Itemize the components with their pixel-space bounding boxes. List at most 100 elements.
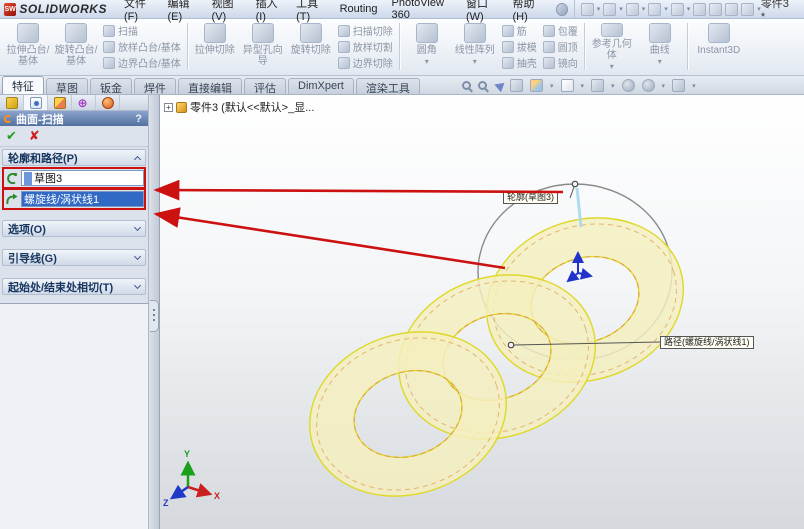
profile-point-marker[interactable] bbox=[571, 180, 579, 188]
dome-button[interactable]: 圆顶 bbox=[542, 39, 578, 55]
splitter-handle-icon[interactable] bbox=[150, 300, 159, 332]
extruded-cut-button[interactable]: 拉伸切除 bbox=[191, 21, 239, 72]
edit-appearance-icon[interactable] bbox=[621, 79, 635, 92]
reference-geometry-button[interactable]: 参考几何体 bbox=[588, 21, 636, 72]
wrap-button[interactable]: 包覆 bbox=[542, 23, 578, 39]
rebuild-icon[interactable] bbox=[725, 2, 739, 16]
print-caret-icon[interactable]: ▾ bbox=[664, 5, 668, 13]
instant3d-button[interactable]: Instant3D bbox=[691, 21, 747, 72]
menu-window[interactable]: 窗口(W) bbox=[459, 0, 506, 23]
displaymanager-tab[interactable] bbox=[96, 95, 120, 110]
save-caret-icon[interactable]: ▾ bbox=[642, 5, 646, 13]
hide-show-items-caret-icon[interactable]: ▾ bbox=[611, 82, 615, 90]
propertymanager-tab[interactable] bbox=[24, 95, 48, 110]
button-label: 拔模 bbox=[516, 43, 537, 54]
menu-tools[interactable]: 工具(T) bbox=[289, 0, 333, 23]
display-style-icon[interactable] bbox=[560, 79, 574, 92]
tab-dimxpert[interactable]: DimXpert bbox=[288, 78, 354, 94]
fillet-caret-icon[interactable] bbox=[425, 56, 429, 67]
sweep-surface-coil-bottom[interactable] bbox=[288, 307, 528, 521]
group-options[interactable]: 选项(O) bbox=[2, 220, 146, 237]
reference-geometry-caret-icon[interactable] bbox=[610, 61, 614, 72]
menu-insert[interactable]: 插入(I) bbox=[249, 0, 290, 23]
group-guide-curves[interactable]: 引导线(G) bbox=[2, 249, 146, 266]
menu-photoview360[interactable]: PhotoView 360 bbox=[385, 0, 459, 21]
shell-button[interactable]: 抽壳 bbox=[501, 55, 537, 71]
linear-pattern-button[interactable]: 线性阵列 bbox=[451, 21, 499, 72]
options-icon[interactable] bbox=[741, 2, 755, 16]
apply-scene-caret-icon[interactable]: ▾ bbox=[662, 82, 666, 90]
featuremanager-tab[interactable] bbox=[0, 95, 24, 110]
revolved-cut-button[interactable]: 旋转切除 bbox=[287, 21, 335, 72]
ok-button[interactable]: ✔ bbox=[6, 129, 17, 143]
feature-tree-flyout[interactable]: + 零件3 (默认<<默认>_显... bbox=[164, 99, 314, 115]
view-settings-icon[interactable] bbox=[672, 79, 686, 92]
menu-file[interactable]: 文件(F) bbox=[117, 0, 161, 23]
dimxpertmanager-tab[interactable] bbox=[72, 95, 96, 110]
linear-pattern-caret-icon[interactable] bbox=[473, 56, 477, 67]
rib-button[interactable]: 筋 bbox=[501, 23, 537, 39]
solidworks-search-icon[interactable] bbox=[556, 2, 568, 16]
view-orientation-icon[interactable] bbox=[530, 79, 543, 92]
hide-show-items-icon[interactable] bbox=[591, 79, 605, 92]
tab-features[interactable]: 特征 bbox=[2, 76, 44, 94]
menu-view[interactable]: 视图(V) bbox=[205, 0, 249, 23]
mirror-button[interactable]: 镜向 bbox=[542, 55, 578, 71]
zoom-area-icon[interactable] bbox=[478, 81, 487, 90]
display-style-caret-icon[interactable]: ▾ bbox=[581, 82, 585, 90]
group-profile-and-path[interactable]: 轮廓和路径(P) bbox=[2, 149, 146, 166]
open-icon[interactable] bbox=[603, 2, 617, 16]
path-selection-field[interactable]: 螺旋线/涡状线1 bbox=[2, 188, 146, 210]
undo-icon[interactable] bbox=[670, 2, 684, 16]
profile-selection-field[interactable]: 草图3 bbox=[2, 167, 146, 189]
lofted-boss-base-button[interactable]: 放样凸台/基体 bbox=[103, 39, 181, 55]
tab-direct-editing[interactable]: 直接编辑 bbox=[178, 78, 242, 95]
curves-button[interactable]: 曲线 bbox=[636, 21, 684, 72]
view-orientation-caret-icon[interactable]: ▾ bbox=[550, 82, 554, 90]
configurationmanager-tab[interactable] bbox=[48, 95, 72, 110]
tab-evaluate[interactable]: 评估 bbox=[244, 78, 286, 95]
save-icon[interactable] bbox=[625, 2, 639, 16]
tab-sketch[interactable]: 草图 bbox=[46, 78, 88, 95]
undo-caret-icon[interactable]: ▾ bbox=[687, 5, 691, 13]
help-button[interactable]: ? bbox=[135, 113, 144, 125]
menu-routing[interactable]: Routing bbox=[333, 3, 385, 15]
open-caret-icon[interactable]: ▾ bbox=[619, 5, 623, 13]
tree-expand-icon[interactable]: + bbox=[164, 102, 173, 112]
apply-scene-icon[interactable] bbox=[641, 79, 655, 92]
swept-boss-base-button[interactable]: 扫描 bbox=[103, 23, 181, 39]
zoom-fit-icon[interactable] bbox=[462, 81, 471, 90]
new-caret-icon[interactable]: ▾ bbox=[597, 5, 601, 13]
draft-button[interactable]: 拔模 bbox=[501, 39, 537, 55]
fillet-button[interactable]: 圆角 bbox=[403, 21, 451, 72]
new-document-icon[interactable] bbox=[580, 2, 594, 16]
group-start-end-tangency[interactable]: 起始处/结束处相切(T) bbox=[2, 278, 146, 295]
extruded-boss-base-button[interactable]: 拉伸凸台/基体 bbox=[4, 21, 52, 72]
swept-cut-button[interactable]: 扫描切除 bbox=[337, 23, 393, 39]
boundary-cut-button[interactable]: 边界切除 bbox=[337, 55, 393, 71]
select-icon[interactable] bbox=[709, 2, 723, 16]
menu-edit[interactable]: 编辑(E) bbox=[161, 0, 205, 23]
redo-icon[interactable] bbox=[693, 2, 707, 16]
triad-x-label: X bbox=[214, 491, 220, 501]
previous-view-icon[interactable] bbox=[492, 79, 505, 92]
path-input[interactable]: 螺旋线/涡状线1 bbox=[21, 191, 144, 207]
graphics-area[interactable]: + 零件3 (默认<<默认>_显... 轮廓(草图3) 路径(螺旋线/涡状线1) bbox=[160, 95, 804, 529]
panel-splitter[interactable] bbox=[148, 95, 160, 529]
path-point-marker[interactable] bbox=[507, 341, 515, 349]
hole-wizard-button[interactable]: 异型孔向导 bbox=[239, 21, 287, 72]
tab-sheet-metal[interactable]: 钣金 bbox=[90, 78, 132, 95]
boundary-boss-base-button[interactable]: 边界凸台/基体 bbox=[103, 55, 181, 71]
cancel-button[interactable]: ✘ bbox=[29, 129, 40, 143]
profile-input[interactable]: 草图3 bbox=[21, 170, 144, 186]
menu-help[interactable]: 帮助(H) bbox=[506, 0, 551, 23]
view-settings-caret-icon[interactable]: ▾ bbox=[692, 82, 696, 90]
print-icon[interactable] bbox=[648, 2, 662, 16]
tab-render-tools[interactable]: 渲染工具 bbox=[355, 78, 420, 95]
title-bar: SW SOLIDWORKS 文件(F) 编辑(E) 视图(V) 插入(I) 工具… bbox=[0, 0, 804, 23]
lofted-cut-button[interactable]: 放样切割 bbox=[337, 39, 393, 55]
curves-caret-icon[interactable] bbox=[658, 56, 662, 67]
revolved-boss-base-button[interactable]: 旋转凸台/基体 bbox=[52, 21, 100, 72]
section-view-icon[interactable] bbox=[510, 79, 523, 92]
tab-weldments[interactable]: 焊件 bbox=[134, 78, 176, 95]
